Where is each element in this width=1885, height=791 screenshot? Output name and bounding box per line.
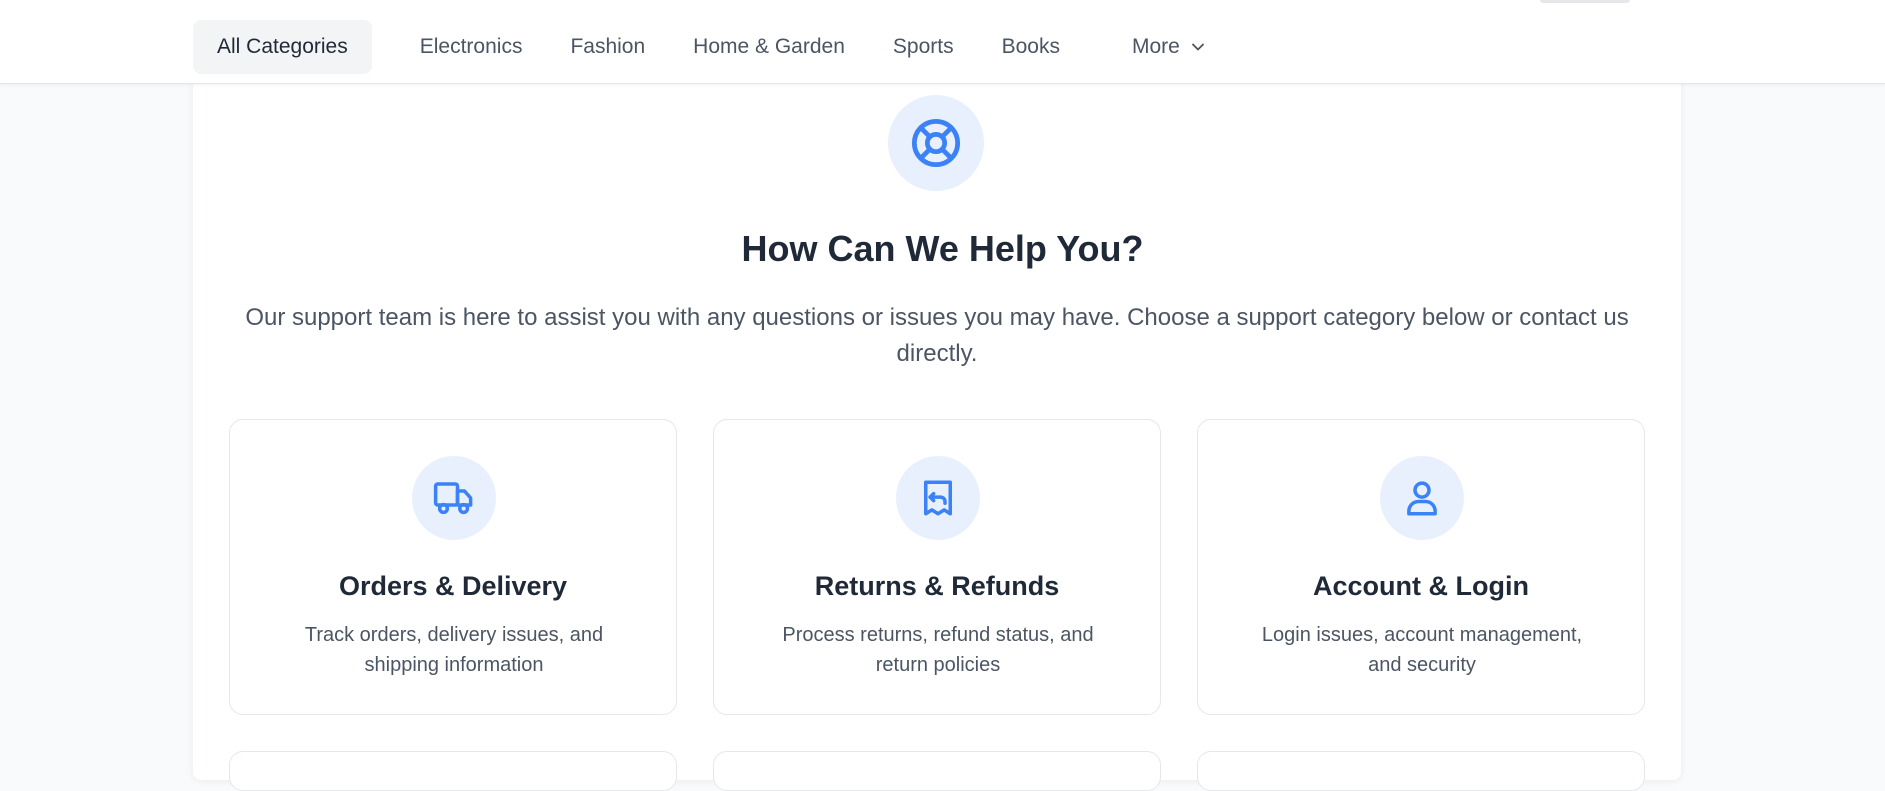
nav-item-all-categories[interactable]: All Categories [193, 20, 372, 74]
card-icon-badge [896, 456, 980, 540]
chevron-down-icon [1191, 43, 1204, 51]
nav-more-dropdown[interactable]: More [1108, 20, 1232, 74]
life-buoy-icon [911, 118, 961, 168]
receipt-return-icon [924, 480, 952, 516]
card-icon-badge [412, 456, 496, 540]
help-badge [888, 95, 984, 191]
card-title: Account & Login [1313, 571, 1529, 601]
category-card-account-login[interactable]: Account & Login Login issues, account ma… [1197, 419, 1645, 715]
header-edge [1540, 0, 1630, 3]
nav-more-label: More [1131, 35, 1180, 58]
nav-item-books[interactable]: Books [978, 20, 1084, 74]
category-card-partial[interactable] [1197, 751, 1645, 791]
card-description: Login issues, account management, and se… [1261, 624, 1583, 676]
card-description: Track orders, delivery issues, and shipp… [304, 624, 604, 676]
category-nav: All Categories Electronics Fashion Home … [193, 20, 1232, 74]
card-description: Process returns, refund status, and retu… [782, 624, 1094, 676]
nav-item-fashion[interactable]: Fashion [546, 20, 669, 74]
page-title: How Can We Help You? [741, 228, 1144, 269]
category-card-partial[interactable] [229, 751, 677, 791]
truck-icon [433, 482, 473, 515]
category-card-returns-refunds[interactable]: Returns & Refunds Process returns, refun… [713, 419, 1161, 715]
card-title: Returns & Refunds [814, 571, 1060, 601]
user-icon [1407, 481, 1437, 516]
category-card-partial[interactable] [713, 751, 1161, 791]
nav-item-electronics[interactable]: Electronics [396, 20, 547, 74]
category-navbar: All Categories Electronics Fashion Home … [0, 0, 1885, 84]
card-title: Orders & Delivery [338, 571, 568, 601]
nav-item-home-garden[interactable]: Home & Garden [669, 20, 869, 74]
category-card-orders-delivery[interactable]: Orders & Delivery Track orders, delivery… [229, 419, 677, 715]
page-subtitle: Our support team is here to assist you w… [245, 304, 1629, 367]
card-icon-badge [1380, 456, 1464, 540]
nav-item-sports[interactable]: Sports [869, 20, 978, 74]
